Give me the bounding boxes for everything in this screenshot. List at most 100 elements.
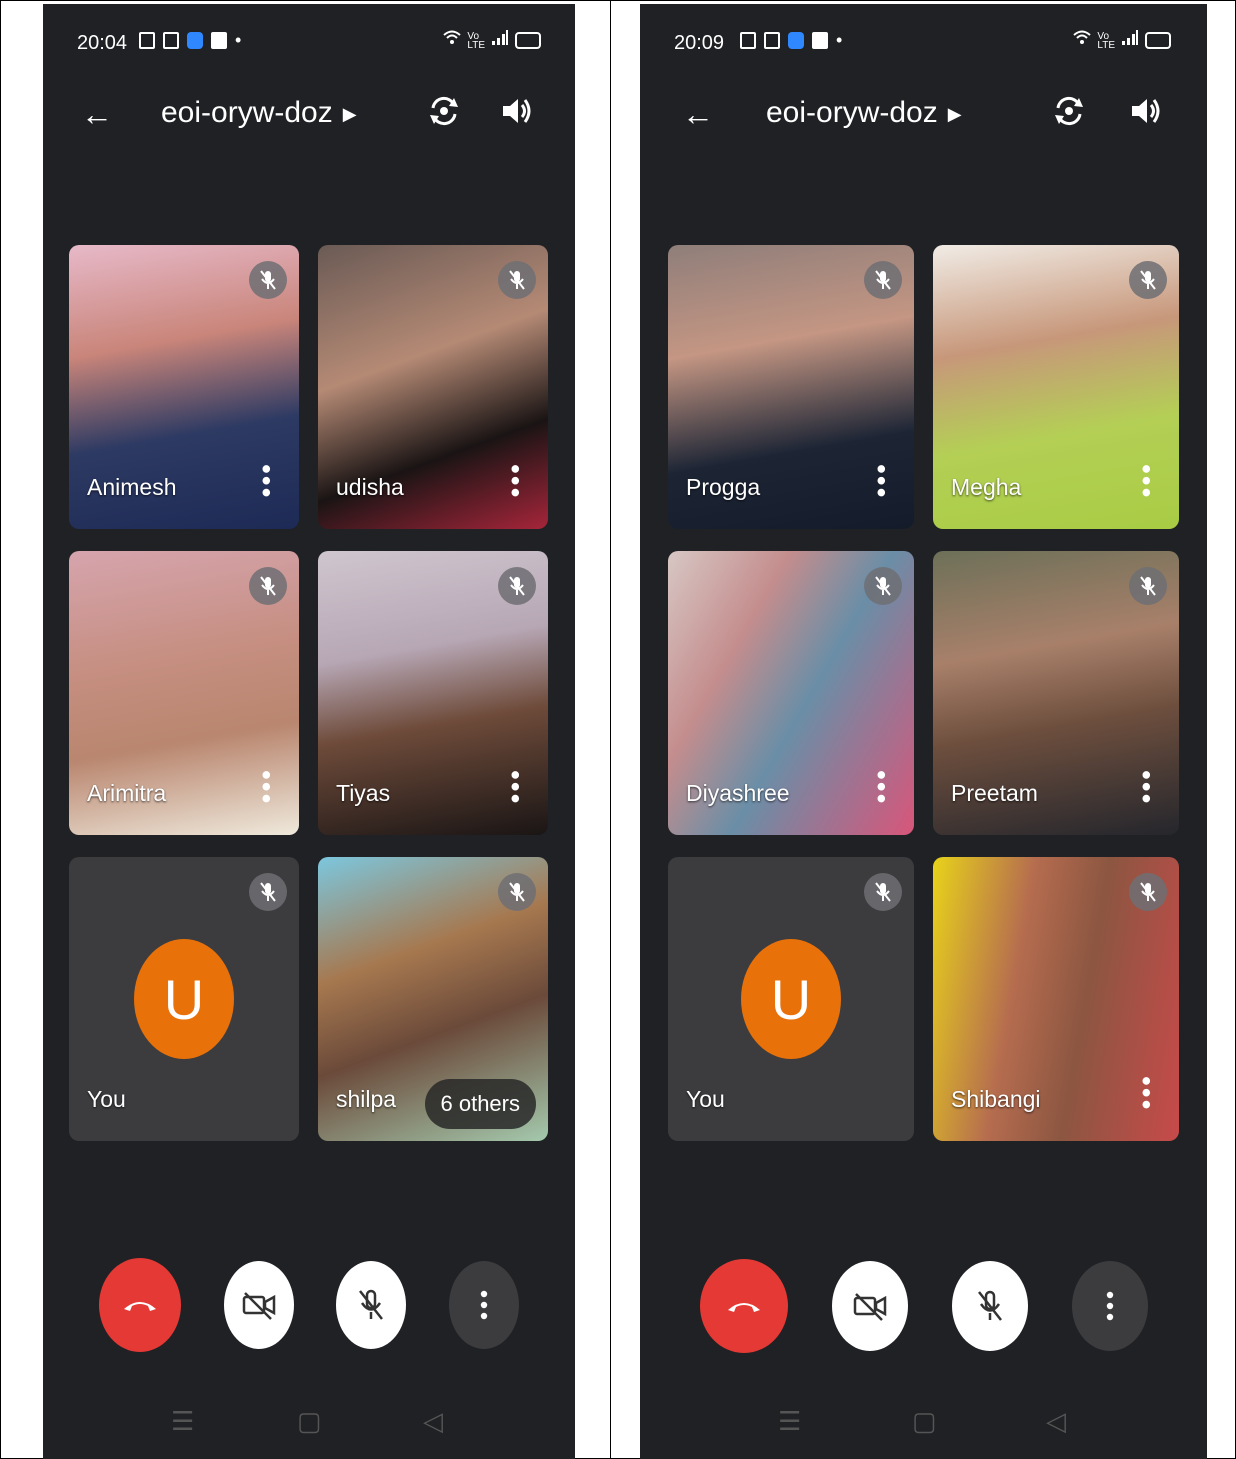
- system-status-icons: Vo LTE: [443, 30, 541, 51]
- meeting-code-title[interactable]: eoi-oryw-doz ▶: [161, 96, 357, 130]
- status-bar: 20:09 • Vo LTE: [640, 4, 1207, 62]
- participant-name: udisha: [336, 474, 404, 500]
- nav-back-icon[interactable]: ◁: [1046, 1406, 1066, 1437]
- muted-mic-icon: [1129, 567, 1167, 605]
- muted-mic-icon: [498, 873, 536, 911]
- self-tile[interactable]: U You: [668, 857, 914, 1141]
- participant-name: shilpa: [336, 1086, 397, 1112]
- muted-mic-icon: [249, 567, 287, 605]
- signal-icon: [1121, 30, 1139, 51]
- end-call-button[interactable]: [99, 1258, 181, 1352]
- avatar: U: [741, 939, 841, 1059]
- mic-off-icon: [978, 1290, 1002, 1321]
- more-options-icon[interactable]: •••: [1131, 770, 1162, 805]
- camera-notification-icon: [139, 32, 155, 49]
- battery-icon: [1145, 32, 1171, 49]
- document-notification-icon: [764, 32, 780, 49]
- vertical-dots-icon: [1106, 1291, 1114, 1321]
- muted-mic-icon: [864, 873, 902, 911]
- participant-tile[interactable]: udisha •••: [318, 245, 548, 529]
- participant-tile[interactable]: Progga •••: [668, 245, 914, 529]
- camera-toggle-button[interactable]: [832, 1261, 908, 1351]
- back-arrow-icon[interactable]: ←: [81, 96, 113, 133]
- app-notification-icon: [187, 32, 203, 49]
- more-options-button[interactable]: [449, 1261, 519, 1349]
- muted-mic-icon: [1129, 873, 1167, 911]
- volte-icon: Vo LTE: [1097, 30, 1115, 51]
- signal-icon: [491, 30, 509, 51]
- muted-mic-icon: [249, 873, 287, 911]
- participant-name: Megha: [951, 474, 1022, 500]
- more-notifications-icon: •: [836, 30, 843, 50]
- status-time: 20:09: [674, 32, 725, 54]
- vertical-dots-icon: [480, 1290, 488, 1320]
- participant-tile[interactable]: Preetam •••: [933, 551, 1179, 835]
- more-notifications-icon: •: [235, 30, 242, 50]
- muted-mic-icon: [864, 567, 902, 605]
- meeting-code-label: eoi-oryw-doz: [766, 96, 938, 129]
- participant-tile[interactable]: shilpa 6 others: [318, 857, 548, 1141]
- meeting-code-title[interactable]: eoi-oryw-doz ▶: [766, 96, 962, 130]
- speaker-icon[interactable]: [1128, 94, 1162, 128]
- participant-tile[interactable]: Animesh •••: [69, 245, 299, 529]
- participant-tile[interactable]: Shibangi •••: [933, 857, 1179, 1141]
- camera-notification-icon: [740, 32, 756, 49]
- recent-apps-icon[interactable]: ☰: [778, 1406, 801, 1437]
- more-options-icon[interactable]: •••: [251, 770, 282, 805]
- muted-mic-icon: [249, 261, 287, 299]
- phone-screen-left: 20:04 • Vo LTE ← eoi-oryw-doz ▶ Animesh …: [43, 4, 575, 1459]
- participant-tile[interactable]: Arimitra •••: [69, 551, 299, 835]
- participant-name: Shibangi: [951, 1086, 1041, 1112]
- wifi-icon: [1073, 30, 1092, 51]
- end-call-button[interactable]: [700, 1259, 788, 1353]
- more-options-icon[interactable]: •••: [500, 770, 531, 805]
- notification-icons: •: [139, 30, 241, 51]
- nav-back-icon[interactable]: ◁: [423, 1406, 443, 1437]
- more-options-icon[interactable]: •••: [251, 464, 282, 499]
- participant-tile[interactable]: Tiyas •••: [318, 551, 548, 835]
- participant-name: Arimitra: [87, 780, 167, 806]
- participant-name: Progga: [686, 474, 761, 500]
- others-count-pill[interactable]: 6 others: [424, 1079, 536, 1129]
- status-time: 20:04: [77, 32, 128, 54]
- microphone-toggle-button[interactable]: [336, 1261, 406, 1349]
- meeting-app-bar: ← eoi-oryw-doz ▶: [43, 82, 575, 152]
- more-options-icon[interactable]: •••: [866, 770, 897, 805]
- battery-icon: [515, 32, 541, 49]
- mic-off-icon: [359, 1289, 383, 1320]
- caret-right-icon: ▶: [342, 103, 357, 124]
- wifi-icon: [443, 30, 462, 51]
- volte-icon: Vo LTE: [467, 30, 485, 51]
- more-options-icon[interactable]: •••: [1131, 464, 1162, 499]
- recent-apps-icon[interactable]: ☰: [171, 1406, 194, 1437]
- participant-name: Preetam: [951, 780, 1038, 806]
- self-tile[interactable]: U You: [69, 857, 299, 1141]
- back-arrow-icon[interactable]: ←: [682, 96, 714, 133]
- participant-name: Diyashree: [686, 780, 790, 806]
- more-options-icon[interactable]: •••: [866, 464, 897, 499]
- phone-screen-right: 20:09 • Vo LTE ← eoi-oryw-doz ▶ Progga •…: [640, 4, 1207, 1459]
- switch-camera-icon[interactable]: [1052, 94, 1086, 128]
- participant-tile[interactable]: Diyashree •••: [668, 551, 914, 835]
- muted-mic-icon: [864, 261, 902, 299]
- more-options-icon[interactable]: •••: [1131, 1076, 1162, 1111]
- home-icon[interactable]: ▢: [297, 1406, 322, 1437]
- home-icon[interactable]: ▢: [912, 1406, 937, 1437]
- participant-tile[interactable]: Megha •••: [933, 245, 1179, 529]
- document-notification-icon: [163, 32, 179, 49]
- avatar: U: [134, 939, 234, 1059]
- system-status-icons: Vo LTE: [1073, 30, 1171, 51]
- camera-off-icon: [242, 1292, 276, 1320]
- participant-name: Tiyas: [336, 780, 391, 806]
- app2-notification-icon: [812, 32, 828, 49]
- more-options-button[interactable]: [1072, 1261, 1148, 1351]
- meeting-code-label: eoi-oryw-doz: [161, 96, 333, 129]
- muted-mic-icon: [498, 567, 536, 605]
- meeting-app-bar: ← eoi-oryw-doz ▶: [640, 82, 1207, 152]
- camera-toggle-button[interactable]: [224, 1261, 294, 1349]
- muted-mic-icon: [498, 261, 536, 299]
- more-options-icon[interactable]: •••: [500, 464, 531, 499]
- switch-camera-icon[interactable]: [427, 94, 461, 128]
- microphone-toggle-button[interactable]: [952, 1261, 1028, 1351]
- speaker-icon[interactable]: [499, 94, 533, 128]
